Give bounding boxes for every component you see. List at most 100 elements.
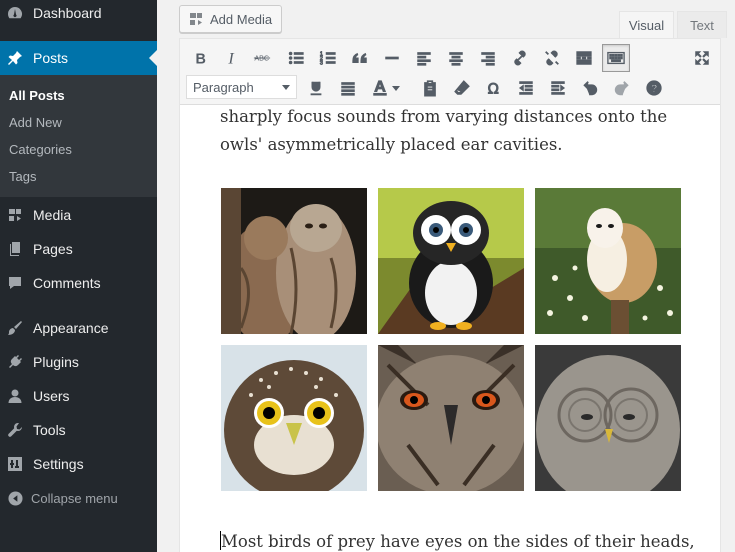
submenu-all-posts[interactable]: All Posts	[9, 88, 65, 103]
svg-text:I: I	[227, 49, 235, 67]
gallery-image-barn-owl[interactable]	[535, 188, 681, 334]
bullet-list-button[interactable]	[282, 44, 310, 72]
user-icon	[7, 388, 23, 404]
fullscreen-button[interactable]	[688, 44, 716, 72]
text-color-icon	[373, 80, 387, 96]
svg-text:B: B	[196, 51, 206, 67]
keyboard-shortcuts-button[interactable]: ?	[640, 74, 668, 102]
gallery-image-pygmy-owl[interactable]	[221, 345, 367, 491]
barn-owl-photo	[535, 188, 681, 334]
add-media-label: Add Media	[210, 11, 273, 27]
omega-icon: Ω	[487, 81, 499, 97]
horizontal-line-icon	[385, 56, 399, 60]
tab-visual[interactable]: Visual	[619, 11, 674, 38]
align-right-button[interactable]	[474, 44, 502, 72]
svg-text:Ω: Ω	[488, 81, 499, 97]
tab-text[interactable]: Text	[677, 11, 727, 38]
format-select-value: Paragraph	[193, 79, 254, 95]
plugin-icon	[7, 354, 23, 370]
submenu-categories[interactable]: Categories	[9, 142, 72, 157]
remove-link-button[interactable]	[538, 44, 566, 72]
gallery-image-tawny-owls[interactable]	[221, 188, 367, 334]
menu-media-label: Media	[33, 207, 72, 223]
read-more-icon	[576, 51, 592, 65]
menu-pages[interactable]: Pages	[0, 232, 157, 266]
read-more-button[interactable]	[570, 44, 598, 72]
italic-button[interactable]: I	[218, 44, 246, 72]
submenu-add-new[interactable]: Add New	[9, 115, 62, 130]
comment-bubble-icon	[7, 275, 23, 291]
format-select[interactable]: Paragraph	[186, 75, 297, 99]
posts-submenu: All Posts Add New Categories Tags	[0, 75, 157, 197]
paste-as-text-button[interactable]	[416, 74, 444, 102]
underline-icon	[310, 81, 322, 96]
numbered-list-icon: 123	[319, 51, 336, 67]
horizontal-line-button[interactable]	[378, 44, 406, 72]
blockquote-button[interactable]	[346, 44, 374, 72]
indent-button[interactable]	[544, 74, 572, 102]
align-left-button[interactable]	[410, 44, 438, 72]
tawny-owls-photo	[221, 188, 367, 334]
pushpin-icon	[7, 50, 23, 66]
editor-content[interactable]: sharply focus sounds from varying distan…	[180, 106, 720, 552]
menu-dashboard[interactable]: Dashboard	[0, 0, 157, 30]
menu-posts[interactable]: Posts	[0, 41, 157, 75]
gallery-image-eagle-owl[interactable]	[378, 345, 524, 491]
justify-button[interactable]	[334, 74, 362, 102]
unlink-icon	[545, 50, 559, 66]
menu-posts-label: Posts	[33, 50, 69, 66]
align-center-icon	[449, 52, 463, 66]
menu-settings[interactable]: Settings	[0, 447, 157, 481]
gallery-image-great-grey-owl[interactable]	[535, 345, 681, 491]
editor-toolbar: B I ABC 123 Paragraph Ω ?	[180, 39, 720, 105]
menu-settings-label: Settings	[33, 456, 84, 472]
caret-down-icon	[392, 85, 400, 91]
add-media-button[interactable]: Add Media	[179, 5, 283, 33]
eagle-owl-photo	[378, 345, 524, 491]
menu-comments[interactable]: Comments	[0, 266, 157, 300]
strikethrough-button[interactable]: ABC	[248, 44, 276, 72]
align-center-button[interactable]	[442, 44, 470, 72]
media-camera-icon	[188, 11, 204, 27]
redo-button[interactable]	[608, 74, 636, 102]
help-icon: ?	[646, 80, 662, 96]
special-character-button[interactable]: Ω	[480, 74, 508, 102]
menu-media[interactable]: Media	[0, 198, 157, 232]
gallery-image-plush-owl[interactable]	[378, 188, 524, 334]
menu-dashboard-label: Dashboard	[33, 5, 102, 21]
bold-button[interactable]: B	[186, 44, 214, 72]
indent-icon	[551, 81, 566, 95]
paragraph-text-2-content: Most birds of prey have eyes on the side…	[221, 532, 695, 551]
text-color-dropdown[interactable]	[388, 74, 404, 102]
collapse-menu-label: Collapse menu	[31, 490, 118, 506]
outdent-button[interactable]	[512, 74, 540, 102]
undo-button[interactable]	[576, 74, 604, 102]
numbered-list-button[interactable]: 123	[314, 44, 342, 72]
settings-sliders-icon	[7, 456, 23, 472]
menu-tools[interactable]: Tools	[0, 413, 157, 447]
collapse-menu-button[interactable]: Collapse menu	[0, 486, 157, 510]
media-icon	[7, 207, 23, 223]
clipboard-icon	[424, 80, 436, 97]
insert-link-button[interactable]	[506, 44, 534, 72]
paragraph-text-2: Most birds of prey have eyes on the side…	[220, 528, 700, 552]
fullscreen-icon	[695, 51, 709, 65]
menu-appearance[interactable]: Appearance	[0, 311, 157, 345]
submenu-tags[interactable]: Tags	[9, 169, 36, 184]
menu-plugins[interactable]: Plugins	[0, 345, 157, 379]
svg-text:?: ?	[651, 83, 658, 95]
chevron-down-icon	[282, 85, 290, 90]
paragraph-text: sharply focus sounds from varying distan…	[220, 107, 668, 154]
great-grey-owl-photo	[535, 345, 681, 491]
clear-formatting-button[interactable]	[448, 74, 476, 102]
italic-icon: I	[227, 49, 235, 67]
plush-owl-toy-photo	[378, 188, 524, 334]
quote-icon	[352, 52, 367, 63]
undo-icon	[583, 81, 598, 96]
pages-icon	[7, 241, 23, 257]
underline-button[interactable]	[302, 74, 330, 102]
eraser-icon	[454, 80, 470, 95]
menu-users[interactable]: Users	[0, 379, 157, 413]
toolbar-toggle-button[interactable]	[602, 44, 630, 72]
redo-icon	[614, 81, 629, 96]
